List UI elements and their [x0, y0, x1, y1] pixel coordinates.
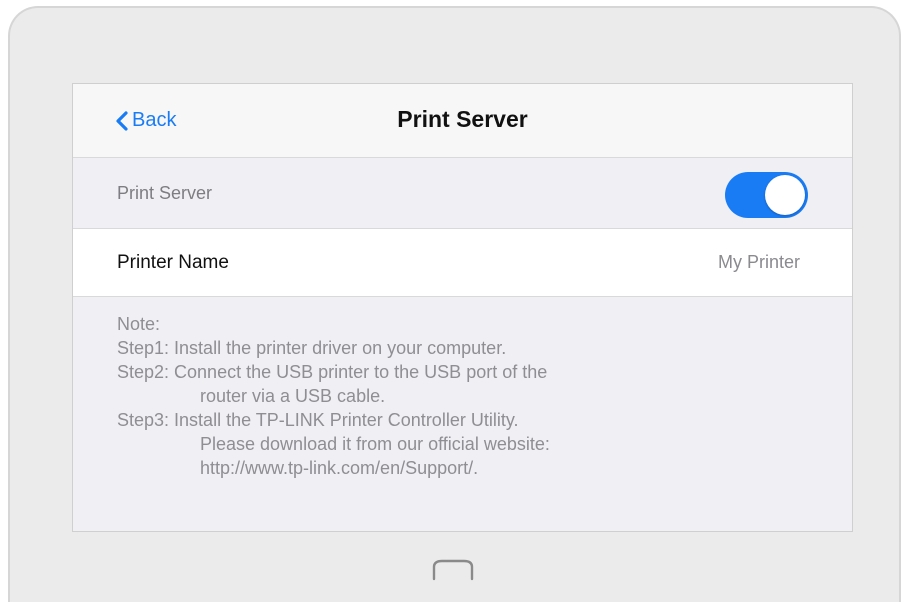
print-server-label: Print Server: [117, 183, 213, 203]
note-step3: Step3: Install the TP-LINK Printer Contr…: [117, 410, 519, 430]
page-title: Print Server: [397, 106, 528, 132]
home-button-icon: [432, 559, 474, 581]
navigation-bar: Back Print Server: [73, 84, 852, 158]
note-step3-continued: Please download it from our official web…: [200, 434, 550, 454]
toggle-knob: [765, 175, 805, 215]
setup-note: Note: Step1: Install the printer driver …: [117, 312, 550, 480]
note-heading: Note:: [117, 314, 161, 334]
print-server-toggle[interactable]: [725, 172, 808, 218]
screen: Back Print Server Print Server Printer N…: [72, 83, 853, 532]
printer-name-row[interactable]: Printer Name My Printer: [73, 229, 852, 297]
print-server-row: Print Server: [73, 158, 852, 229]
printer-name-label: Printer Name: [117, 252, 229, 273]
home-button[interactable]: [430, 557, 476, 588]
note-step2: Step2: Connect the USB printer to the US…: [117, 362, 548, 382]
note-step2-continued: router via a USB cable.: [200, 386, 386, 406]
printer-name-value[interactable]: My Printer: [718, 252, 800, 273]
support-url: http://www.tp-link.com/en/Support/.: [200, 458, 479, 478]
note-step1: Step1: Install the printer driver on you…: [117, 338, 507, 358]
